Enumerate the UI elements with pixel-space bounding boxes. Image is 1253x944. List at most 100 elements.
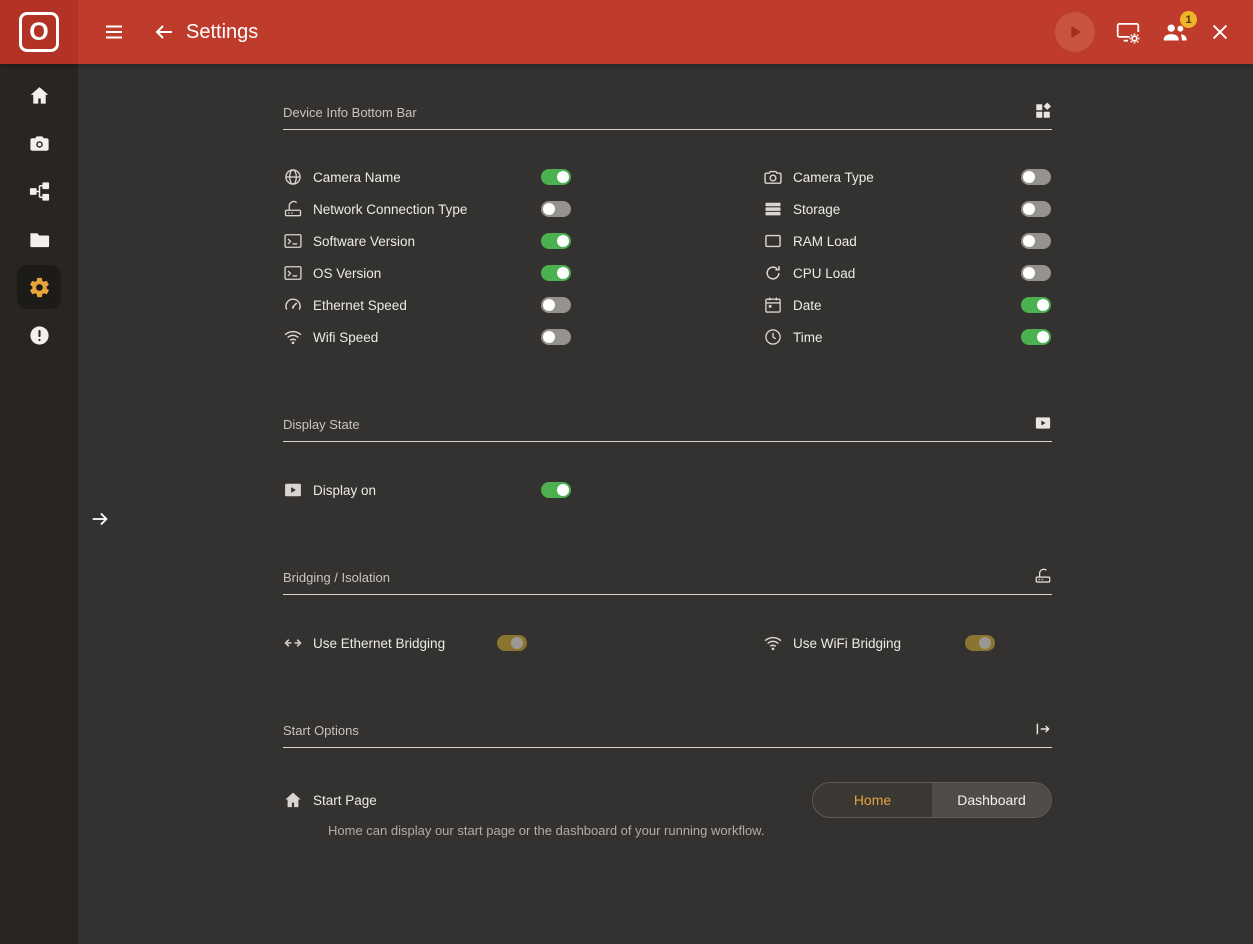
terminal-icon — [283, 263, 303, 283]
device-info-left-column: Camera Name Network Connection Type Softwa… — [283, 161, 571, 353]
setting-row-ram-load: RAM Load — [763, 225, 1051, 257]
camera-type-toggle[interactable] — [1021, 169, 1051, 185]
swap-icon — [283, 633, 303, 653]
toggle-knob — [1037, 299, 1049, 311]
close-icon[interactable] — [1209, 21, 1231, 43]
sidebar-item-files[interactable] — [17, 217, 61, 261]
sidebar-item-workflow[interactable] — [17, 169, 61, 213]
memory-icon — [763, 231, 783, 251]
wifi-speed-toggle[interactable] — [541, 329, 571, 345]
storage-toggle[interactable] — [1021, 201, 1051, 217]
display-settings-icon[interactable] — [1115, 19, 1141, 45]
play-icon — [1064, 21, 1086, 43]
speed-icon — [283, 295, 303, 315]
users-badge: 1 — [1180, 11, 1197, 28]
use-ethernet-bridging-toggle[interactable] — [497, 635, 527, 651]
globe-icon — [283, 167, 303, 187]
setting-row-use-ethernet-bridging: Use Ethernet Bridging — [283, 627, 527, 659]
setting-row-use-wifi-bridging: Use WiFi Bridging — [763, 627, 995, 659]
toggle-knob — [557, 171, 569, 183]
start-page-label: Start Page — [313, 793, 377, 808]
software-version-toggle[interactable] — [541, 233, 571, 249]
sidebar-item-camera[interactable] — [17, 121, 61, 165]
app-logo[interactable]: O — [0, 0, 78, 64]
display-icon — [283, 480, 303, 500]
setting-row-camera-name: Camera Name — [283, 161, 571, 193]
ram-load-toggle[interactable] — [1021, 233, 1051, 249]
toggle-knob — [1023, 267, 1035, 279]
cpu-load-toggle[interactable] — [1021, 265, 1051, 281]
section-header-bridging: Bridging / Isolation — [283, 567, 1052, 595]
setting-label: OS Version — [313, 266, 381, 281]
widgets-icon — [1034, 102, 1052, 120]
section-header-start-options: Start Options — [283, 720, 1052, 748]
display-on-toggle[interactable] — [541, 482, 571, 498]
use-wifi-bridging-toggle[interactable] — [965, 635, 995, 651]
clock-icon — [763, 327, 783, 347]
sidebar — [0, 64, 78, 944]
toggle-knob — [557, 484, 569, 496]
setting-label: Use Ethernet Bridging — [313, 636, 445, 651]
setting-label: Time — [793, 330, 823, 345]
setting-row-date: Date — [763, 289, 1051, 321]
setting-row-software-version: Software Version — [283, 225, 571, 257]
segment-dashboard-button[interactable]: Dashboard — [932, 783, 1051, 817]
logo-o-icon: O — [19, 12, 59, 52]
settings-screen: O Settings 1 Device Info Bottom Bar — [0, 0, 1253, 944]
setting-label: Camera Type — [793, 170, 874, 185]
toggle-knob — [979, 637, 991, 649]
setting-label: Use WiFi Bridging — [793, 636, 901, 651]
date-toggle[interactable] — [1021, 297, 1051, 313]
bridging-rows: Use Ethernet Bridging Use WiFi Bridging — [283, 627, 1052, 659]
play-button[interactable] — [1055, 12, 1095, 52]
home-icon — [283, 790, 303, 810]
toggle-knob — [557, 235, 569, 247]
time-toggle[interactable] — [1021, 329, 1051, 345]
toggle-knob — [543, 331, 555, 343]
setting-label: Date — [793, 298, 822, 313]
setting-label: CPU Load — [793, 266, 855, 281]
toggle-knob — [1023, 171, 1035, 183]
storage-icon — [763, 199, 783, 219]
section-header-device-info: Device Info Bottom Bar — [283, 102, 1052, 130]
users-icon[interactable]: 1 — [1161, 19, 1189, 45]
camera-o-icon — [763, 167, 783, 187]
sidebar-item-notifications[interactable] — [17, 313, 61, 357]
setting-label: Network Connection Type — [313, 202, 467, 217]
setting-label: Camera Name — [313, 170, 401, 185]
start-page-row: Start Page Home Dashboard — [283, 778, 1052, 822]
menu-icon[interactable] — [102, 20, 126, 44]
sidebar-item-home[interactable] — [17, 73, 61, 117]
topbar-actions: 1 — [1055, 12, 1253, 52]
display-icon — [1034, 414, 1052, 432]
camera-name-toggle[interactable] — [541, 169, 571, 185]
ethernet-speed-toggle[interactable] — [541, 297, 571, 313]
loop-icon — [763, 263, 783, 283]
terminal-icon — [283, 231, 303, 251]
setting-label: Wifi Speed — [313, 330, 378, 345]
calendar-icon — [763, 295, 783, 315]
setting-label: Storage — [793, 202, 840, 217]
page-title: Settings — [186, 21, 258, 44]
os-version-toggle[interactable] — [541, 265, 571, 281]
section-title: Bridging / Isolation — [283, 570, 390, 585]
router-icon — [1034, 567, 1052, 585]
setting-row-cpu-load: CPU Load — [763, 257, 1051, 289]
toggle-knob — [1023, 235, 1035, 247]
network-connection-type-toggle[interactable] — [541, 201, 571, 217]
setting-row-storage: Storage — [763, 193, 1051, 225]
setting-row-ethernet-speed: Ethernet Speed — [283, 289, 571, 321]
setting-row-time: Time — [763, 321, 1051, 353]
sidebar-item-settings[interactable] — [17, 265, 61, 309]
setting-label: Ethernet Speed — [313, 298, 407, 313]
toggle-knob — [1023, 203, 1035, 215]
setting-label: Software Version — [313, 234, 415, 249]
start-icon — [1034, 720, 1052, 738]
start-page-helper-text: Home can display our start page or the d… — [328, 823, 764, 838]
expand-panel-arrow-icon[interactable] — [89, 508, 111, 530]
section-header-display-state: Display State — [283, 414, 1052, 442]
back-icon[interactable] — [152, 20, 176, 44]
display-state-rows: Display on — [283, 474, 571, 506]
settings-content: Device Info Bottom Bar Camera Name Networ… — [283, 64, 1052, 944]
segment-home-button[interactable]: Home — [813, 783, 932, 817]
